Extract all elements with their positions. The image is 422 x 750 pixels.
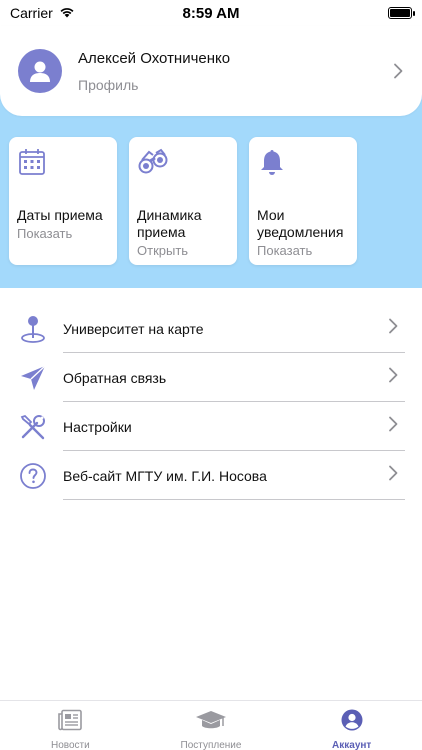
card-dates[interactable]: Даты приема Показать bbox=[9, 137, 117, 265]
bell-icon bbox=[257, 147, 349, 187]
avatar bbox=[18, 49, 62, 93]
card-notifications[interactable]: Мои уведомления Показать bbox=[249, 137, 357, 265]
card-title: Даты приема bbox=[17, 207, 103, 223]
user-icon bbox=[30, 61, 50, 82]
tab-account[interactable]: Аккаунт bbox=[281, 701, 422, 750]
tab-admission[interactable]: Поступление bbox=[141, 701, 282, 750]
newspaper-icon bbox=[57, 709, 83, 736]
card-title: Динамика приема bbox=[137, 207, 202, 240]
card-title: Мои уведомления bbox=[257, 207, 344, 240]
menu-item-website[interactable]: Веб-сайт МГТУ им. Г.И. Носова bbox=[0, 451, 422, 500]
carrier-label: Carrier bbox=[10, 5, 53, 21]
profile-card[interactable]: Алексей Охотниченко Профиль bbox=[0, 26, 422, 116]
tools-icon bbox=[17, 411, 49, 443]
chevron-right-icon bbox=[388, 465, 398, 486]
binoculars-icon bbox=[137, 147, 229, 187]
paper-plane-icon bbox=[17, 362, 49, 394]
tab-label: Новости bbox=[50, 740, 90, 750]
quick-cards: Даты приема Показать Динамика приема Отк… bbox=[9, 137, 357, 265]
card-action: Открыть bbox=[137, 243, 189, 258]
chevron-right-icon bbox=[388, 318, 398, 339]
graduation-cap-icon bbox=[195, 709, 227, 736]
profile-text: Алексей Охотниченко Профиль bbox=[78, 50, 392, 93]
chevron-right-icon bbox=[392, 62, 404, 80]
card-dynamics[interactable]: Динамика приема Открыть bbox=[129, 137, 237, 265]
menu-item-settings[interactable]: Настройки bbox=[0, 402, 422, 451]
wifi-icon bbox=[59, 5, 75, 21]
card-action: Показать bbox=[257, 243, 313, 258]
tab-label: Аккаунт bbox=[332, 740, 372, 750]
tab-bar: Новости Поступление Аккаунт bbox=[0, 700, 422, 750]
status-bar: Carrier 8:59 AM bbox=[0, 0, 422, 26]
account-icon bbox=[341, 709, 363, 736]
profile-name: Алексей Охотниченко bbox=[78, 49, 231, 67]
question-icon bbox=[17, 460, 49, 492]
battery-icon bbox=[388, 7, 415, 19]
tab-label: Поступление bbox=[180, 740, 242, 750]
menu-label: Веб-сайт МГТУ им. Г.И. Носова bbox=[63, 467, 267, 484]
menu-label: Университет на карте bbox=[63, 320, 204, 337]
card-action: Показать bbox=[17, 226, 73, 241]
menu-label: Настройки bbox=[63, 418, 132, 435]
tab-news[interactable]: Новости bbox=[0, 701, 141, 750]
status-left: Carrier bbox=[10, 5, 75, 21]
profile-subtitle: Профиль bbox=[78, 76, 139, 93]
chevron-right-icon bbox=[388, 367, 398, 388]
menu-item-feedback[interactable]: Обратная связь bbox=[0, 353, 422, 402]
calendar-icon bbox=[17, 147, 109, 187]
map-pin-icon bbox=[17, 313, 49, 345]
chevron-right-icon bbox=[388, 416, 398, 437]
divider bbox=[63, 499, 405, 500]
menu-item-map[interactable]: Университет на карте bbox=[0, 304, 422, 353]
menu-label: Обратная связь bbox=[63, 369, 167, 386]
settings-menu: Университет на карте Обратная связь Наст… bbox=[0, 304, 422, 500]
